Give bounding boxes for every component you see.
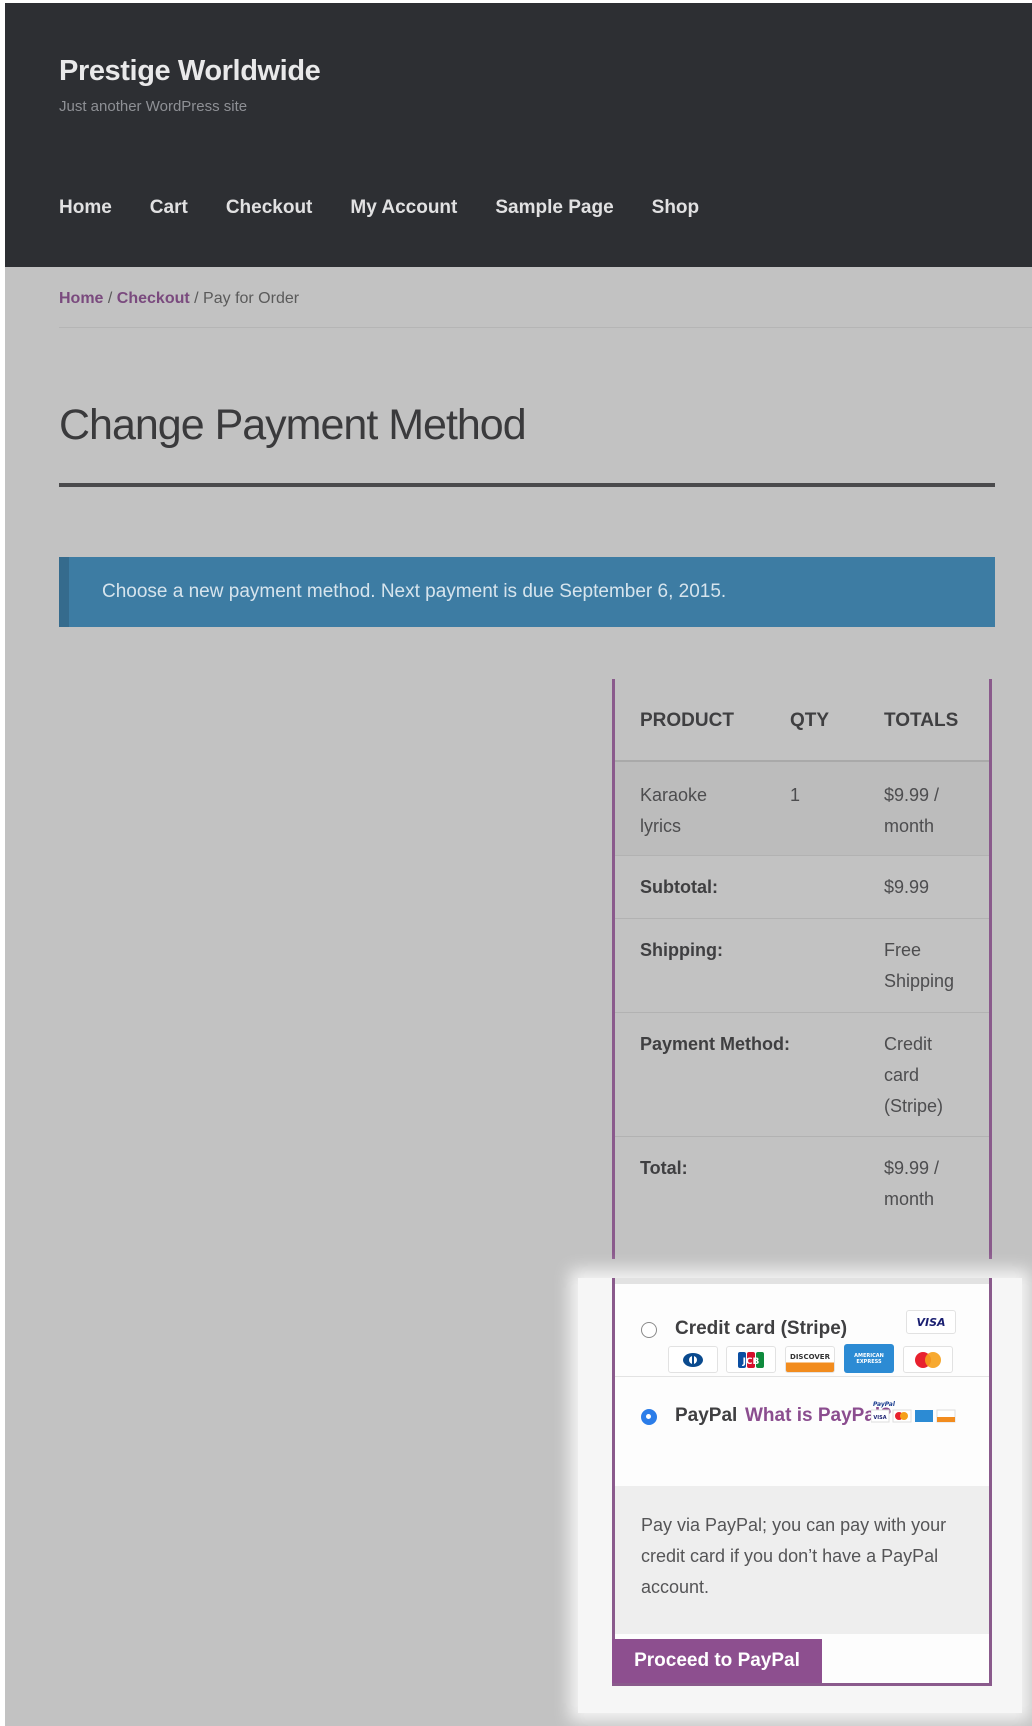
paypal-description: Pay via PayPal; you can pay with your cr…	[641, 1515, 947, 1597]
shipping-value: Free Shipping	[884, 940, 955, 991]
nav-shop[interactable]: Shop	[652, 197, 700, 219]
payment-method-stripe[interactable]: Credit card (Stripe) VISA JCB DISCOVER A…	[615, 1284, 989, 1377]
paypal-label[interactable]: PayPal	[675, 1405, 737, 1427]
jcb-card-icon: JCB	[726, 1346, 776, 1373]
nav-cart[interactable]: Cart	[150, 197, 188, 219]
order-table: PRODUCT QTY TOTALS Karaoke lyrics 1 $9.9…	[612, 679, 992, 1259]
notice-text: Choose a new payment method. Next paymen…	[102, 581, 727, 602]
breadcrumb-home[interactable]: Home	[59, 290, 103, 307]
payment-bottom-border	[612, 1683, 992, 1686]
total-row: Total: $9.99 / month	[615, 1137, 989, 1259]
info-notice: Choose a new payment method. Next paymen…	[59, 557, 995, 627]
col-header-totals: TOTALS	[884, 710, 959, 731]
breadcrumb: Home / Checkout / Pay for Order	[59, 290, 299, 308]
breadcrumb-separator: /	[189, 290, 204, 307]
total-label: Total:	[640, 1158, 688, 1178]
nav-my-account[interactable]: My Account	[350, 197, 457, 219]
subtotal-row: Subtotal: $9.99	[615, 856, 989, 919]
page-title: Change Payment Method	[59, 401, 527, 449]
mastercard-icon	[903, 1346, 953, 1373]
shipping-label: Shipping:	[640, 940, 723, 960]
paypal-description-box: Pay via PayPal; you can pay with your cr…	[615, 1486, 989, 1634]
payment-method-row: Payment Method: Credit card (Stripe)	[615, 1013, 989, 1137]
paypal-cards-logo: PayPal VISA	[870, 1399, 959, 1427]
discover-card-icon: DISCOVER	[785, 1346, 835, 1373]
paypal-radio[interactable]	[641, 1409, 657, 1425]
svg-text:VISA: VISA	[873, 1415, 886, 1421]
page-frame: Prestige Worldwide Just another WordPres…	[5, 3, 1032, 1726]
col-header-qty: QTY	[790, 710, 830, 731]
col-header-product: PRODUCT	[640, 710, 734, 731]
diners-card-icon	[668, 1346, 718, 1373]
proceed-to-paypal-button[interactable]: Proceed to PayPal	[612, 1639, 822, 1683]
breadcrumb-divider	[59, 327, 1032, 328]
subtotal-value: $9.99	[884, 877, 930, 897]
nav-checkout[interactable]: Checkout	[226, 197, 313, 219]
breadcrumb-current: Pay for Order	[203, 290, 300, 307]
subtotal-label: Subtotal:	[640, 877, 718, 897]
stripe-radio[interactable]	[641, 1322, 657, 1338]
product-name: Karaoke lyrics	[640, 785, 708, 836]
site-title[interactable]: Prestige Worldwide	[59, 55, 321, 88]
product-total: $9.99 / month	[884, 785, 940, 836]
total-value: $9.99 / month	[884, 1158, 940, 1209]
payment-method-paypal[interactable]: PayPal What is PayPal? PayPal VISA	[615, 1377, 989, 1486]
svg-text:JCB: JCB	[742, 1357, 760, 1367]
visa-card-icon: VISA	[906, 1310, 956, 1334]
stripe-label[interactable]: Credit card (Stripe)	[675, 1318, 847, 1340]
breadcrumb-separator: /	[103, 290, 117, 307]
payment-method-value: Credit card (Stripe)	[884, 1034, 944, 1116]
primary-nav: Home Cart Checkout My Account Sample Pag…	[59, 197, 699, 219]
what-is-paypal-link[interactable]: What is PayPal?	[745, 1405, 892, 1427]
notice-accent-bar	[59, 557, 69, 627]
product-qty: 1	[790, 785, 801, 805]
site-header: Prestige Worldwide Just another WordPres…	[5, 3, 1032, 267]
payment-method-label: Payment Method:	[640, 1034, 791, 1054]
amex-card-icon: AMERICAN EXPRESS	[844, 1344, 894, 1373]
nav-sample-page[interactable]: Sample Page	[495, 197, 613, 219]
payment-methods-list: Credit card (Stripe) VISA JCB DISCOVER A…	[612, 1278, 992, 1683]
nav-home[interactable]: Home	[59, 197, 112, 219]
table-header-row: PRODUCT QTY TOTALS	[615, 679, 989, 762]
site-tagline: Just another WordPress site	[59, 98, 248, 115]
title-divider	[59, 483, 995, 487]
table-row: Karaoke lyrics 1 $9.99 / month	[615, 762, 989, 856]
breadcrumb-checkout[interactable]: Checkout	[117, 290, 190, 307]
paypal-wordmark: PayPal	[873, 1401, 896, 1408]
shipping-row: Shipping: Free Shipping	[615, 919, 989, 1013]
